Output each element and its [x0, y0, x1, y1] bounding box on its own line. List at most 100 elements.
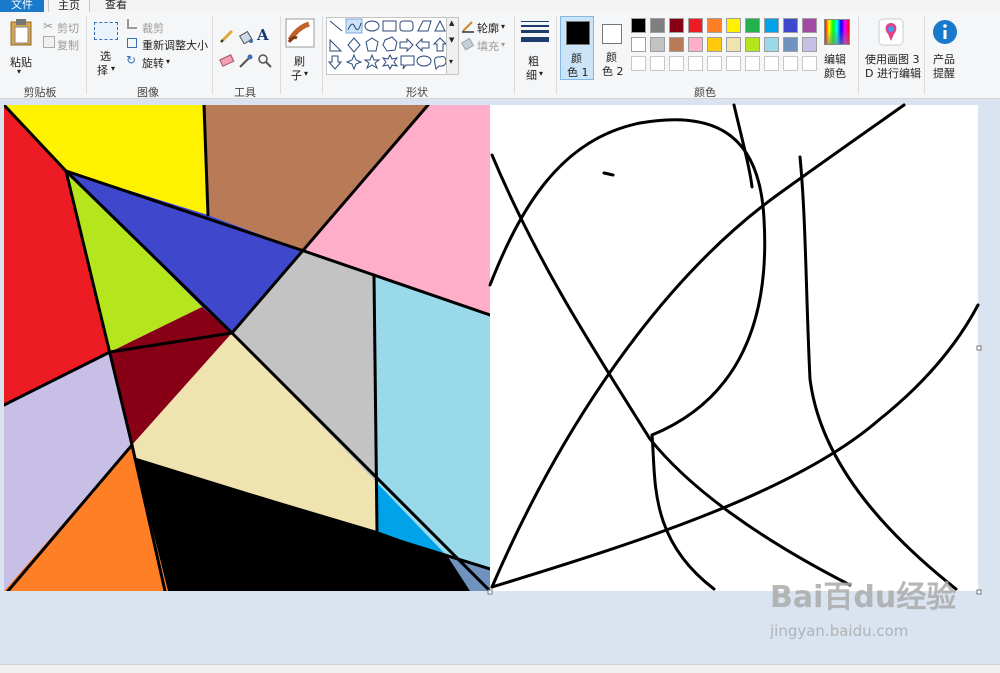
chevron-down-icon: ▾: [304, 69, 309, 78]
line-drawing-panel: [488, 103, 980, 591]
resize-handle[interactable]: [487, 589, 493, 595]
custom-color-slot[interactable]: [802, 56, 817, 71]
resize-handle[interactable]: [976, 345, 982, 351]
magnifier-icon[interactable]: [257, 53, 273, 69]
resize-button[interactable]: 重新调整大小: [142, 37, 208, 53]
crop-button[interactable]: 裁剪: [142, 20, 164, 36]
shapes-scroll[interactable]: ▲ ▼ ▾: [446, 17, 459, 75]
palette-swatch[interactable]: [688, 37, 703, 52]
custom-color-slot[interactable]: [669, 56, 684, 71]
chevron-down-icon: ▾: [166, 57, 171, 66]
chevron-down-icon: ▾: [501, 22, 506, 31]
pencil-icon[interactable]: [219, 28, 235, 44]
palette-swatch[interactable]: [726, 18, 741, 33]
cut-button[interactable]: 剪切: [57, 20, 79, 36]
watermark-logo: Bai百du经验: [770, 580, 957, 615]
palette-swatch[interactable]: [631, 18, 646, 33]
color1-button[interactable]: 颜 色 1: [560, 16, 594, 80]
select-rectangle-icon: [94, 22, 118, 40]
divider: [86, 16, 87, 94]
custom-color-slot[interactable]: [745, 56, 760, 71]
scroll-down-icon[interactable]: ▼: [449, 36, 454, 44]
custom-color-slot[interactable]: [688, 56, 703, 71]
fill-button[interactable]: 填充: [477, 38, 499, 54]
palette-swatch[interactable]: [783, 37, 798, 52]
colored-shapes-panel: [4, 105, 490, 591]
rotate-icon: ↻: [126, 53, 137, 67]
image-group-label: 图像: [137, 86, 159, 99]
paint3d-icon: [878, 18, 904, 46]
tools-group-label: 工具: [234, 86, 256, 99]
shapes-group-label: 形状: [406, 86, 428, 99]
rotate-button[interactable]: 旋转: [142, 55, 164, 71]
shapes-gallery: [326, 17, 448, 75]
palette-swatch[interactable]: [650, 37, 665, 52]
color2-button[interactable]: 颜 色 2: [597, 16, 629, 80]
copy-button[interactable]: 复制: [57, 37, 79, 53]
palette-swatch[interactable]: [631, 37, 646, 52]
divider: [514, 16, 515, 94]
custom-color-slot[interactable]: [631, 56, 646, 71]
color2-swatch: [602, 24, 622, 44]
palette-swatch[interactable]: [669, 37, 684, 52]
size-label-2: 细: [526, 69, 537, 82]
custom-color-slot[interactable]: [726, 56, 741, 71]
tab-view[interactable]: 查看: [98, 0, 134, 12]
expand-gallery-icon[interactable]: ▾: [449, 57, 453, 66]
line-size-icon: [521, 21, 549, 42]
tab-file[interactable]: 文件: [0, 0, 44, 12]
paste-button[interactable]: 粘贴 ▾: [4, 16, 38, 78]
watermark-url: jingyan.baidu.com: [770, 622, 909, 640]
divider: [280, 16, 281, 94]
brushes-button[interactable]: 刷 子 ▾: [283, 16, 317, 82]
chevron-down-icon: ▾: [539, 69, 544, 78]
palette-swatch[interactable]: [745, 18, 760, 33]
shapes-gallery-icons: [327, 18, 448, 71]
palette-swatch[interactable]: [783, 18, 798, 33]
select-button[interactable]: 选 择 ▾: [92, 18, 122, 78]
color-palette: [631, 18, 821, 74]
colors-group-label: 颜色: [694, 86, 716, 99]
palette-swatch[interactable]: [707, 18, 722, 33]
palette-swatch[interactable]: [802, 37, 817, 52]
custom-color-slot[interactable]: [783, 56, 798, 71]
palette-swatch[interactable]: [650, 18, 665, 33]
chevron-down-icon: ▾: [501, 40, 506, 49]
color1-label-2: 色 1: [567, 66, 589, 79]
palette-swatch[interactable]: [802, 18, 817, 33]
text-icon[interactable]: A: [257, 26, 269, 44]
palette-swatch[interactable]: [764, 18, 779, 33]
palette-swatch[interactable]: [726, 37, 741, 52]
palette-swatch[interactable]: [764, 37, 779, 52]
palette-swatch[interactable]: [669, 18, 684, 33]
custom-color-slot[interactable]: [707, 56, 722, 71]
brushes-label-2: 子: [291, 69, 302, 82]
paint3d-button[interactable]: 使用画图 3 D 进行编辑: [862, 16, 921, 80]
clipboard-group-label: 剪贴板: [23, 86, 57, 99]
resize-handle[interactable]: [976, 589, 982, 595]
divider: [858, 16, 859, 94]
custom-color-slot[interactable]: [650, 56, 665, 71]
edit-colors-label-2: 颜色: [824, 67, 846, 80]
fill-bucket-icon[interactable]: [238, 28, 254, 44]
palette-swatch[interactable]: [688, 18, 703, 33]
color2-label-2: 色 2: [602, 65, 624, 78]
palette-swatch[interactable]: [707, 37, 722, 52]
scroll-up-icon[interactable]: ▲: [449, 19, 454, 27]
product-alert-button[interactable]: 产品 提醒: [928, 16, 962, 80]
chevron-down-icon: ▾: [111, 64, 116, 73]
edit-colors-button[interactable]: 编辑 颜色: [822, 16, 852, 80]
paste-icon: [10, 19, 32, 46]
baidu-watermark: Bai百du经验 jingyan.baidu.com: [770, 580, 956, 640]
drawing-canvas[interactable]: [0, 99, 1000, 599]
scissors-icon: ✂: [43, 19, 54, 33]
divider: [322, 16, 323, 94]
palette-swatch[interactable]: [745, 37, 760, 52]
eraser-icon[interactable]: [219, 54, 235, 68]
color-picker-icon[interactable]: [238, 53, 254, 69]
size-button[interactable]: 粗 细 ▾: [518, 16, 552, 82]
outline-button[interactable]: 轮廓: [477, 20, 499, 36]
ribbon-tabs: 文件 主页 查看: [0, 0, 1000, 13]
outline-icon: [462, 21, 474, 33]
custom-color-slot[interactable]: [764, 56, 779, 71]
